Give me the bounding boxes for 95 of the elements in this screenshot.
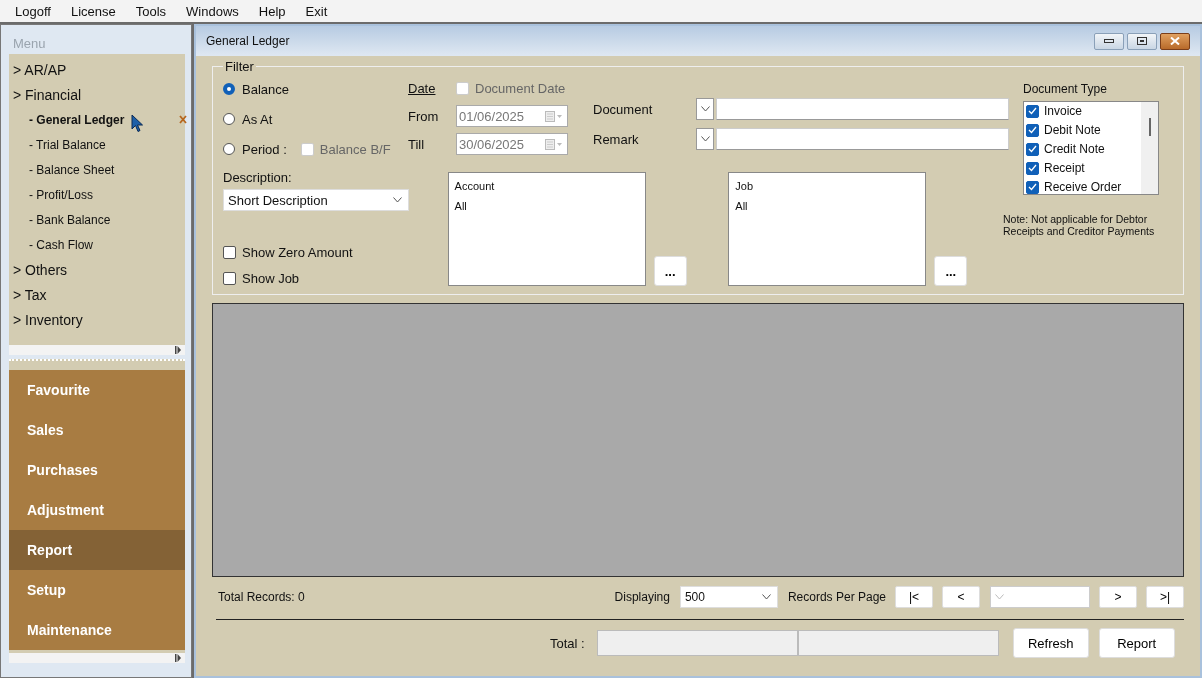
checkbox-option[interactable]: Show Job (223, 271, 448, 286)
checkbox[interactable] (223, 246, 236, 259)
scroll-thumb[interactable] (1148, 118, 1151, 136)
field-label: Document (593, 101, 654, 117)
tree-item[interactable]: - Balance Sheet (9, 162, 115, 177)
tree-item[interactable]: > Financial (9, 86, 82, 103)
text-field[interactable] (716, 98, 1009, 120)
column-header: Job (735, 180, 755, 192)
menu-item[interactable]: Windows (180, 3, 245, 19)
action-button[interactable]: Refresh (1012, 628, 1089, 658)
tree-item[interactable]: - Cash Flow (9, 237, 93, 252)
tree-item[interactable]: > Tax (9, 286, 47, 303)
minimize-icon (1104, 39, 1114, 43)
checkbox-option[interactable]: Show Zero Amount (223, 245, 448, 260)
menu-item[interactable]: Logoff (9, 3, 57, 19)
module-tab[interactable]: Setup (9, 570, 185, 610)
calendar-icon (545, 110, 563, 122)
module-tab[interactable]: Adjustment (9, 490, 185, 530)
menu-item[interactable]: Help (252, 3, 292, 19)
module-tab[interactable]: Purchases (9, 450, 185, 490)
field-label: Date (408, 80, 437, 96)
restore-icon (1137, 37, 1147, 45)
chevron-down-icon (700, 136, 710, 142)
tree-item[interactable]: > Inventory (9, 311, 83, 328)
dropdown-button[interactable] (696, 98, 714, 120)
list-item[interactable]: All (454, 200, 639, 212)
checkbox-option[interactable]: Receipt (1026, 161, 1139, 175)
dropdown[interactable]: Short Description (223, 189, 409, 211)
panel-title: Menu (12, 35, 47, 53)
close-icon (1170, 37, 1180, 45)
chevron-down-icon (761, 594, 771, 600)
checkbox[interactable] (1026, 104, 1039, 118)
field-label: Remark (593, 131, 640, 147)
close-button[interactable] (1160, 32, 1190, 50)
field-label: Till (408, 136, 426, 152)
browse-button[interactable]: ... (653, 256, 687, 286)
field-label: Displaying (614, 590, 670, 604)
field-label: Records Per Page (787, 590, 886, 604)
checkbox[interactable] (1026, 180, 1039, 194)
list-item[interactable]: All (735, 200, 920, 212)
checkbox-option[interactable]: Credit Note (1026, 142, 1139, 156)
checkbox[interactable] (1026, 161, 1039, 175)
column-header: Account (454, 180, 496, 192)
group-title: Filter (224, 59, 255, 74)
page-nav-button[interactable]: > (1099, 586, 1137, 608)
scroll-right-icon[interactable] (175, 654, 181, 662)
action-button[interactable]: Report (1098, 628, 1175, 658)
scroll-bar[interactable] (1141, 102, 1158, 194)
mouse-cursor-icon (131, 114, 144, 133)
tree-item[interactable]: - Bank Balance (9, 212, 111, 227)
browse-button[interactable]: ... (934, 256, 968, 286)
dropdown-button[interactable] (696, 128, 714, 150)
close-icon[interactable] (179, 115, 187, 124)
dropdown[interactable]: 500 (679, 586, 778, 608)
chevron-down-icon (700, 106, 710, 112)
tree-item[interactable]: - General Ledger (9, 112, 125, 127)
field-label: Document Type (1023, 82, 1108, 96)
calendar-icon (545, 138, 563, 150)
tree-item[interactable]: - Profit/Loss (9, 187, 94, 202)
module-tab[interactable]: Sales (9, 410, 185, 450)
page-nav-button[interactable]: < (942, 586, 980, 608)
page-nav-button[interactable]: >| (1146, 586, 1184, 608)
field-label: Description: (223, 169, 293, 187)
text-field[interactable] (716, 128, 1009, 150)
tree-item[interactable]: - Trial Balance (9, 137, 106, 152)
note-text: Note: Not applicable for Debtor Receipts and Creditor Payments (1003, 213, 1156, 237)
scroll-right-icon[interactable] (175, 346, 181, 354)
checkbox-option[interactable]: Receive Order (1026, 180, 1139, 194)
scroll-bar[interactable] (9, 345, 185, 355)
chevron-down-icon (393, 197, 402, 203)
menu-item[interactable]: License (64, 3, 122, 19)
module-tab[interactable]: Maintenance (9, 610, 185, 650)
chevron-down-icon (995, 594, 1004, 600)
window-title: General Ledger (206, 34, 290, 48)
radio-button[interactable]: Balance (223, 81, 289, 97)
tree-item[interactable]: > AR/AP (9, 61, 67, 78)
module-tab[interactable]: Favourite (9, 370, 185, 410)
page-nav-button[interactable]: |< (895, 586, 933, 608)
checkbox[interactable] (223, 272, 236, 285)
radio-button[interactable]: As At (223, 111, 273, 127)
record-count: Total Records: 0 (218, 590, 305, 604)
checkbox-option[interactable]: Debit Note (1026, 123, 1139, 137)
checkbox-option[interactable]: Invoice (1026, 104, 1139, 118)
minimize-button[interactable] (1094, 32, 1124, 50)
menu-item[interactable]: Tools (129, 3, 173, 19)
restore-button[interactable] (1127, 32, 1157, 50)
field-label: Total : (550, 635, 585, 651)
scroll-bar[interactable] (9, 653, 185, 663)
radio-button[interactable]: Period : (223, 141, 287, 157)
tree-item[interactable]: > Others (9, 261, 68, 278)
checkbox[interactable] (1026, 142, 1039, 156)
module-tab[interactable]: Report (9, 530, 185, 570)
checkbox[interactable] (1026, 123, 1039, 137)
field-label: From (408, 108, 440, 124)
menu-item[interactable]: Exit (299, 3, 334, 19)
